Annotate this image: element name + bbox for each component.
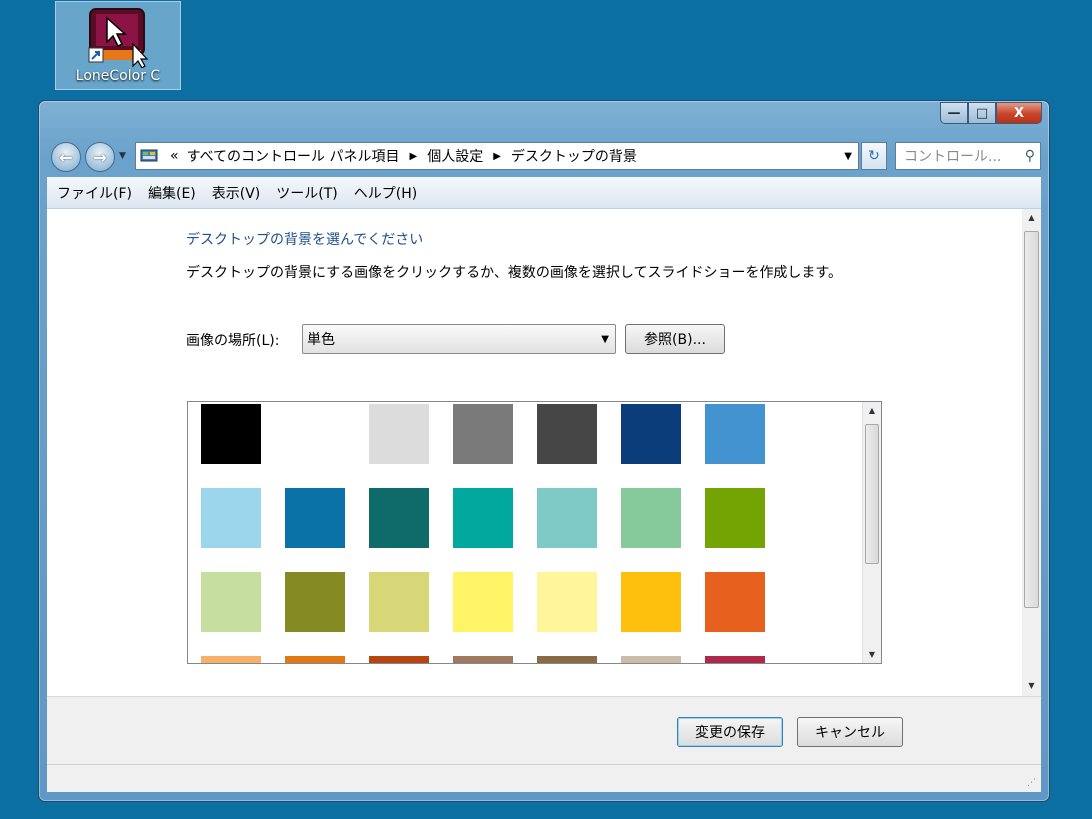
close-button[interactable]: X (996, 102, 1042, 124)
forward-button[interactable]: → (85, 142, 115, 172)
breadcrumb-overflow[interactable]: « (166, 148, 183, 164)
resize-grip-icon[interactable]: ⋰ (1027, 778, 1039, 790)
minimize-button[interactable]: — (940, 102, 968, 124)
page-scroll-thumb[interactable] (1024, 231, 1039, 608)
color-swatch-11[interactable] (453, 488, 513, 548)
color-swatch-6[interactable] (621, 404, 681, 464)
window-controls: — □ X (940, 102, 1042, 124)
status-bar: ⋰ (47, 764, 1041, 792)
swatch-scroll-thumb[interactable] (865, 424, 879, 564)
color-swatch-23[interactable] (285, 656, 345, 663)
color-swatch-15[interactable] (201, 572, 261, 632)
color-swatch-18[interactable] (453, 572, 513, 632)
desktop-shortcut-lonecolor[interactable]: LoneColor C (55, 1, 181, 90)
color-swatch-10[interactable] (369, 488, 429, 548)
color-swatch-14[interactable] (705, 488, 765, 548)
picture-location-select[interactable]: 単色 ▼ (302, 324, 616, 354)
color-swatch-7[interactable] (705, 404, 765, 464)
save-changes-button[interactable]: 変更の保存 (677, 717, 783, 747)
main-content: デスクトップの背景を選んでください デスクトップの背景にする画像をクリックするか… (47, 209, 1041, 699)
color-swatch-20[interactable] (621, 572, 681, 632)
color-swatch-21[interactable] (705, 572, 765, 632)
color-swatch-28[interactable] (705, 656, 765, 663)
search-input[interactable]: コントロール... ⚲ (895, 142, 1041, 170)
color-swatch-27[interactable] (621, 656, 681, 663)
search-placeholder: コントロール... (904, 149, 1002, 165)
search-icon[interactable]: ⚲ (1025, 148, 1035, 164)
picture-location-label: 画像の場所(L): (186, 333, 280, 349)
color-swatch-1[interactable] (201, 404, 261, 464)
picture-location-value: 単色 (307, 332, 335, 348)
refresh-icon: ↻ (868, 148, 880, 164)
desktop-icon-label: LoneColor C (75, 68, 161, 84)
menu-tools[interactable]: ツール(T) (276, 183, 337, 203)
color-swatch-19[interactable] (537, 572, 597, 632)
browse-button[interactable]: 参照(B)... (625, 324, 725, 354)
back-button[interactable]: ← (51, 142, 81, 172)
scroll-down-icon[interactable]: ▼ (1022, 681, 1041, 690)
color-swatch-16[interactable] (285, 572, 345, 632)
breadcrumb-desktop-background[interactable]: デスクトップの背景 (507, 146, 641, 166)
breadcrumb-personalization[interactable]: 個人設定 (423, 146, 487, 166)
refresh-button[interactable]: ↻ (861, 142, 887, 170)
lonecolor-app-icon (88, 8, 149, 68)
color-swatch-24[interactable] (369, 656, 429, 663)
breadcrumb-all-items[interactable]: すべてのコントロール パネル項目 (183, 146, 404, 166)
scroll-down-icon[interactable]: ▼ (863, 650, 881, 659)
swatch-grid (201, 404, 841, 663)
color-swatch-9[interactable] (285, 488, 345, 548)
address-dropdown-icon[interactable]: ▼ (844, 151, 852, 162)
breadcrumb-arrow-icon[interactable]: ▶ (487, 151, 507, 162)
color-swatch-5[interactable] (537, 404, 597, 464)
menu-view[interactable]: 表示(V) (212, 183, 261, 203)
breadcrumb-arrow-icon[interactable]: ▶ (404, 151, 424, 162)
navigation-bar: ← → ▼ « すべてのコントロール パネル項目 ▶ 個人設定 ▶ デスクトップ… (49, 141, 1041, 172)
scroll-up-icon[interactable]: ▲ (863, 406, 881, 415)
menu-bar: ファイル(F) 編集(E) 表示(V) ツール(T) ヘルプ(H) (47, 177, 1041, 209)
page-scrollbar[interactable]: ▲ ▼ (1022, 209, 1041, 696)
cancel-button[interactable]: キャンセル (797, 717, 903, 747)
maximize-button[interactable]: □ (968, 102, 996, 124)
scroll-up-icon[interactable]: ▲ (1022, 213, 1041, 222)
color-swatch-13[interactable] (621, 488, 681, 548)
color-swatch-17[interactable] (369, 572, 429, 632)
control-panel-window: — □ X ← → ▼ « すべてのコントロール パネル項目 ▶ 個人設定 ▶ … (38, 100, 1050, 802)
menu-edit[interactable]: 編集(E) (148, 183, 196, 203)
color-swatch-26[interactable] (537, 656, 597, 663)
dialog-footer: 変更の保存 キャンセル (47, 696, 1041, 764)
color-swatch-12[interactable] (537, 488, 597, 548)
recent-pages-chevron-icon[interactable]: ▼ (119, 151, 126, 161)
swatch-scrollbar[interactable]: ▲ ▼ (862, 402, 881, 663)
menu-help[interactable]: ヘルプ(H) (354, 183, 417, 203)
color-swatch-25[interactable] (453, 656, 513, 663)
menu-file[interactable]: ファイル(F) (57, 183, 132, 203)
color-swatch-list: ▲ ▼ (187, 401, 882, 664)
color-swatch-2[interactable] (285, 404, 345, 464)
chevron-down-icon: ▼ (601, 333, 609, 345)
address-bar[interactable]: « すべてのコントロール パネル項目 ▶ 個人設定 ▶ デスクトップの背景 ▼ (135, 142, 859, 170)
control-panel-icon (140, 149, 158, 162)
color-swatch-8[interactable] (201, 488, 261, 548)
color-swatch-3[interactable] (369, 404, 429, 464)
page-description: デスクトップの背景にする画像をクリックするか、複数の画像を選択してスライドショー… (186, 265, 843, 281)
color-swatch-22[interactable] (201, 656, 261, 663)
page-title: デスクトップの背景を選んでください (186, 232, 424, 248)
color-swatch-4[interactable] (453, 404, 513, 464)
